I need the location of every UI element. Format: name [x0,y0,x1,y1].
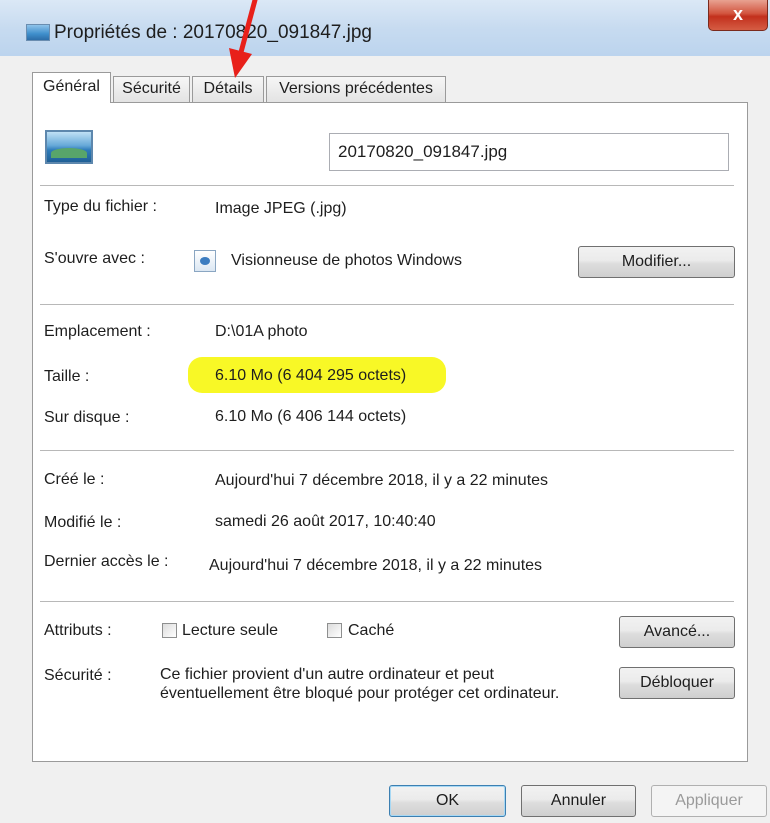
close-button[interactable]: x [708,0,768,31]
title-bar[interactable]: Propriétés de : 20170820_091847.jpg x [0,0,770,56]
modified-value: samedi 26 août 2017, 10:40:40 [215,513,436,530]
modified-label: Modifié le : [44,514,122,531]
image-file-icon [45,130,93,164]
created-label: Créé le : [44,471,105,488]
hidden-checkbox[interactable] [327,623,342,638]
location-value: D:\01A photo [215,323,308,340]
tab-security[interactable]: Sécurité [113,76,190,102]
accessed-value: Aujourd'hui 7 décembre 2018, il y a 22 m… [209,557,543,574]
security-text-line1: Ce fichier provient d'un autre ordinateu… [160,666,494,683]
created-value: Aujourd'hui 7 décembre 2018, il y a 22 m… [215,472,549,489]
tab-previous-versions[interactable]: Versions précédentes [266,76,446,102]
file-type-label: Type du fichier : [44,198,157,215]
separator [40,185,734,186]
size-value: 6.10 Mo (6 404 295 octets) [215,367,407,384]
opens-with-value: Visionneuse de photos Windows [231,252,462,269]
separator [40,601,734,602]
security-text-line2: éventuellement être bloqué pour protéger… [160,685,560,702]
security-label: Sécurité : [44,667,112,684]
accessed-label: Dernier accès le : [44,553,169,570]
advanced-button[interactable]: Avancé... [619,616,735,648]
cancel-button[interactable]: Annuler [521,785,636,817]
size-label: Taille : [44,368,90,385]
readonly-checkbox[interactable] [162,623,177,638]
separator [40,304,734,305]
readonly-label[interactable]: Lecture seule [182,622,278,640]
hidden-label[interactable]: Caché [348,622,394,640]
tab-general[interactable]: Général [32,72,111,103]
attributes-label: Attributs : [44,622,112,639]
disk-size-value: 6.10 Mo (6 406 144 octets) [215,408,407,425]
location-label: Emplacement : [44,323,151,340]
separator [40,450,734,451]
properties-dialog: Propriétés de : 20170820_091847.jpg x Gé… [0,0,770,823]
file-name-field[interactable] [329,133,729,171]
window-title: Propriétés de : 20170820_091847.jpg [54,22,372,43]
image-file-icon [26,24,50,41]
ok-button[interactable]: OK [389,785,506,817]
disk-size-label: Sur disque : [44,409,130,426]
photo-viewer-icon [194,250,216,272]
opens-with-label: S'ouvre avec : [44,250,145,267]
unblock-button[interactable]: Débloquer [619,667,735,699]
apply-button: Appliquer [651,785,767,817]
file-type-value: Image JPEG (.jpg) [215,200,347,217]
tab-details[interactable]: Détails [192,76,264,102]
change-button[interactable]: Modifier... [578,246,735,278]
